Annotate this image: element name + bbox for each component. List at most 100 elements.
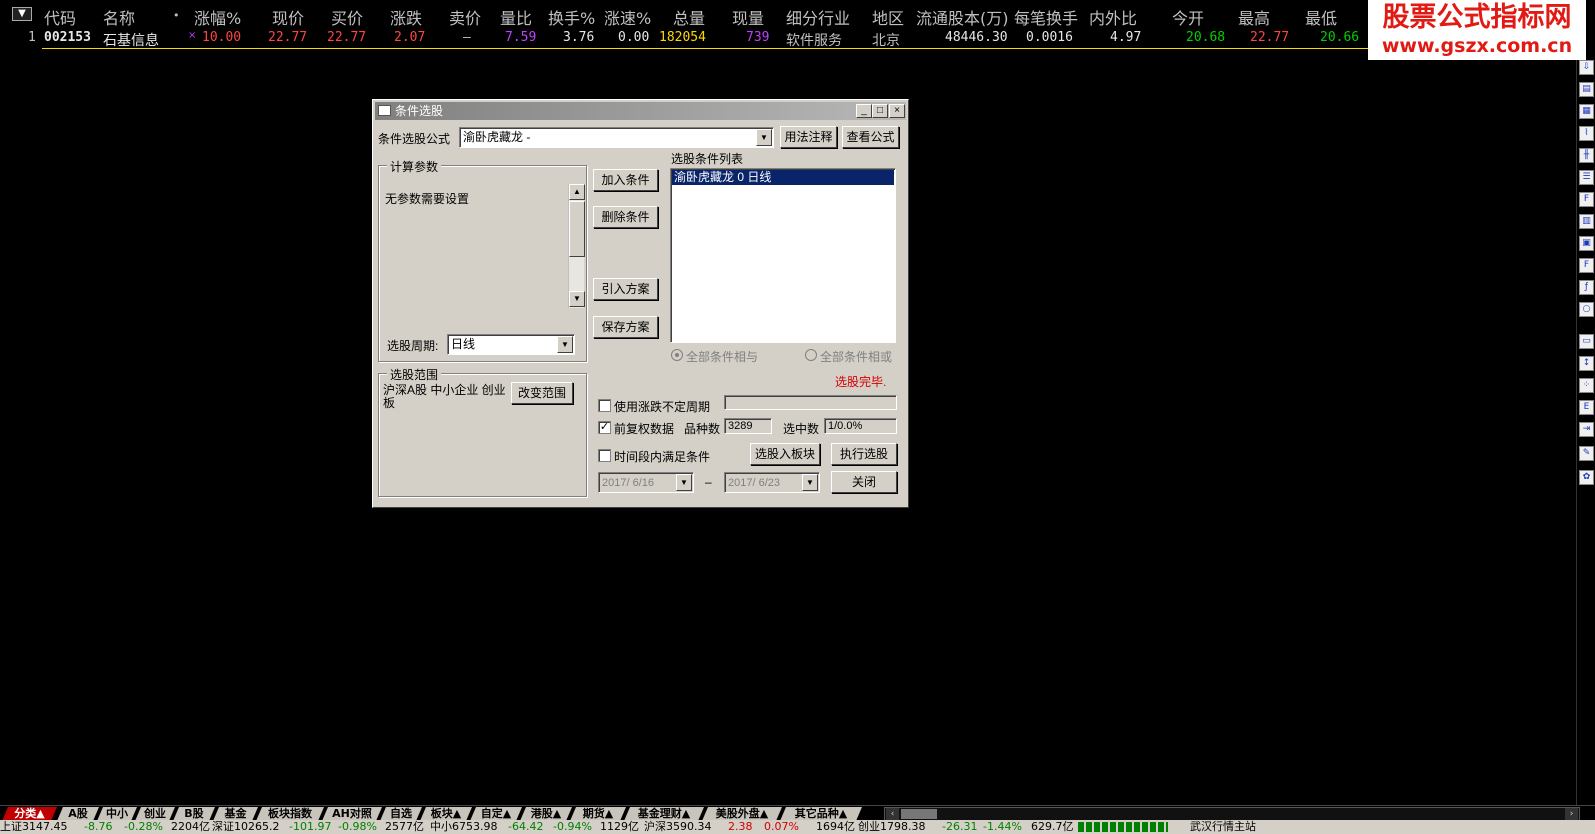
server-name[interactable]: 武汉行情主站	[1190, 820, 1256, 834]
scroll-right-icon[interactable]: ›	[1565, 808, 1578, 820]
scroll-down-icon[interactable]: ▼	[569, 291, 585, 307]
sh-index[interactable]: 上证3147.45	[0, 820, 68, 834]
line-chart-icon[interactable]: ⌇	[1579, 126, 1594, 141]
arrow-down-icon[interactable]: ⇩	[1579, 60, 1594, 75]
col-open[interactable]: 今开	[1172, 5, 1204, 29]
folder-icon[interactable]: ▭	[1579, 334, 1594, 349]
tab-gem[interactable]: 创业	[135, 807, 175, 821]
col-cur-vol[interactable]: 现量	[732, 5, 764, 29]
col-total-vol[interactable]: 总量	[673, 5, 705, 29]
cy-index[interactable]: 创业1798.38	[858, 820, 926, 834]
tab-hk[interactable]: 港股▲	[520, 807, 572, 821]
col-vol-ratio[interactable]: 量比	[500, 5, 532, 29]
run-screen-button[interactable]: 执行选股	[831, 443, 897, 465]
import-plan-button[interactable]: 引入方案	[593, 278, 658, 300]
params-scrollbar[interactable]: ▲ ▼	[568, 184, 585, 308]
col-price[interactable]: 现价	[272, 5, 304, 29]
circle-icon[interactable]: ○	[1579, 302, 1594, 317]
scroll-up-icon[interactable]: ▲	[569, 184, 585, 200]
row-price: 22.77	[268, 30, 308, 45]
f10-icon[interactable]: F	[1579, 192, 1594, 207]
dice-icon[interactable]: ⁘	[1579, 378, 1594, 393]
tab-us-foreign[interactable]: 美股外盘▲	[702, 807, 782, 821]
tab-fund-finance[interactable]: 基金理财▲	[624, 807, 704, 821]
tab-a-share[interactable]: A股	[57, 807, 99, 821]
row-low: 20.66	[1320, 30, 1360, 45]
formula-select[interactable]: 渝卧虎藏龙 - ▼	[459, 127, 774, 148]
col-high[interactable]: 最高	[1238, 5, 1270, 29]
sort-icon[interactable]: ↕	[1579, 356, 1594, 371]
column-menu-button[interactable]: ▼	[12, 7, 32, 21]
scroll-left-icon[interactable]: ‹	[886, 808, 899, 820]
zx-index[interactable]: 中小6753.98	[430, 820, 498, 834]
usage-notes-button[interactable]: 用法注释	[780, 126, 837, 148]
list-icon[interactable]: ☰	[1579, 170, 1594, 185]
table-icon[interactable]: ▦	[1579, 104, 1594, 119]
cy-pct: -1.44%	[983, 820, 1022, 833]
col-region[interactable]: 地区	[872, 5, 904, 29]
col-change-pct[interactable]: 涨幅%	[194, 5, 241, 29]
period-select[interactable]: 日线 ▼	[447, 334, 575, 355]
tab-sector[interactable]: 板块▲	[420, 807, 472, 821]
report-icon[interactable]: ▥	[1579, 214, 1594, 229]
change-scope-button[interactable]: 改变范围	[511, 382, 573, 404]
hs-index[interactable]: 沪深3590.34	[644, 820, 712, 834]
radio-or[interactable]	[805, 349, 817, 361]
chevron-down-icon[interactable]: ▼	[557, 336, 573, 353]
f11-icon[interactable]: F	[1579, 258, 1594, 273]
minimize-button[interactable]: _	[856, 104, 872, 118]
col-name[interactable]: 名称	[103, 5, 135, 29]
save-plan-button[interactable]: 保存方案	[593, 316, 658, 338]
scroll-thumb[interactable]	[569, 201, 585, 257]
table-row[interactable]: 1 002153 石基信息 × 10.00 22.77 22.77 2.07 –…	[0, 28, 1368, 50]
col-bid[interactable]: 买价	[331, 5, 363, 29]
tab-category[interactable]: 分类▲	[2, 807, 57, 821]
col-turnover[interactable]: 换手%	[548, 5, 595, 29]
tab-others[interactable]: 其它品种▲	[780, 807, 862, 821]
close-icon[interactable]: ×	[889, 104, 905, 118]
adjust-checkbox[interactable]: ✓	[598, 421, 611, 434]
tab-b-share[interactable]: B股	[173, 807, 215, 821]
col-in-out[interactable]: 内外比	[1089, 5, 1137, 29]
etf-icon[interactable]: E	[1579, 400, 1594, 415]
col-speed[interactable]: 涨速%	[604, 5, 651, 29]
tab-sme[interactable]: 中小	[97, 807, 137, 821]
chart-icon[interactable]: ▤	[1579, 82, 1594, 97]
col-change[interactable]: 涨跌	[390, 5, 422, 29]
scroll-thumb[interactable]	[901, 809, 937, 819]
tab-watchlist[interactable]: 自选	[380, 807, 422, 821]
doc-icon[interactable]: ▣	[1579, 236, 1594, 251]
condition-list[interactable]: 渝卧虎藏龙 0 日线	[670, 168, 896, 343]
list-item[interactable]: 渝卧虎藏龙 0 日线	[672, 170, 894, 185]
col-float-shares[interactable]: 流通股本(万)	[916, 5, 1009, 29]
col-mark[interactable]: •	[173, 9, 180, 22]
tab-ah[interactable]: AH对照	[322, 807, 382, 821]
to-block-button[interactable]: 选股入板块	[750, 443, 820, 465]
unfixed-period-checkbox[interactable]	[598, 399, 611, 412]
radio-and[interactable]	[671, 349, 683, 361]
maximize-button[interactable]: □	[872, 104, 888, 118]
chevron-down-icon[interactable]: ▼	[756, 129, 772, 146]
view-formula-button[interactable]: 查看公式	[842, 126, 899, 148]
tab-custom[interactable]: 自定▲	[470, 807, 522, 821]
add-condition-button[interactable]: 加入条件	[593, 169, 658, 191]
gear-icon[interactable]: ✿	[1579, 470, 1594, 485]
tab-sector-index[interactable]: 板块指数	[256, 807, 324, 821]
col-industry[interactable]: 细分行业	[786, 5, 850, 29]
col-ask[interactable]: 卖价	[449, 5, 481, 29]
col-code[interactable]: 代码	[44, 5, 76, 29]
kline-icon[interactable]: ╫	[1579, 148, 1594, 163]
col-per-trade[interactable]: 每笔换手	[1014, 5, 1078, 29]
delete-condition-button[interactable]: 删除条件	[593, 206, 658, 228]
close-button[interactable]: 关闭	[831, 471, 897, 493]
tab-fund[interactable]: 基金	[213, 807, 258, 821]
horizontal-scrollbar[interactable]: ‹ ›	[884, 807, 1580, 821]
dialog-titlebar[interactable]: 条件选股 _ □ ×	[375, 102, 906, 120]
sz-index[interactable]: 深证10265.2	[212, 820, 280, 834]
exit-icon[interactable]: ⇥	[1579, 422, 1594, 437]
timespan-checkbox[interactable]	[598, 449, 611, 462]
tab-futures[interactable]: 期货▲	[570, 807, 626, 821]
col-low[interactable]: 最低	[1305, 5, 1337, 29]
tool-icon[interactable]: ✎	[1579, 446, 1594, 461]
formula-icon[interactable]: ƒ	[1579, 280, 1594, 295]
